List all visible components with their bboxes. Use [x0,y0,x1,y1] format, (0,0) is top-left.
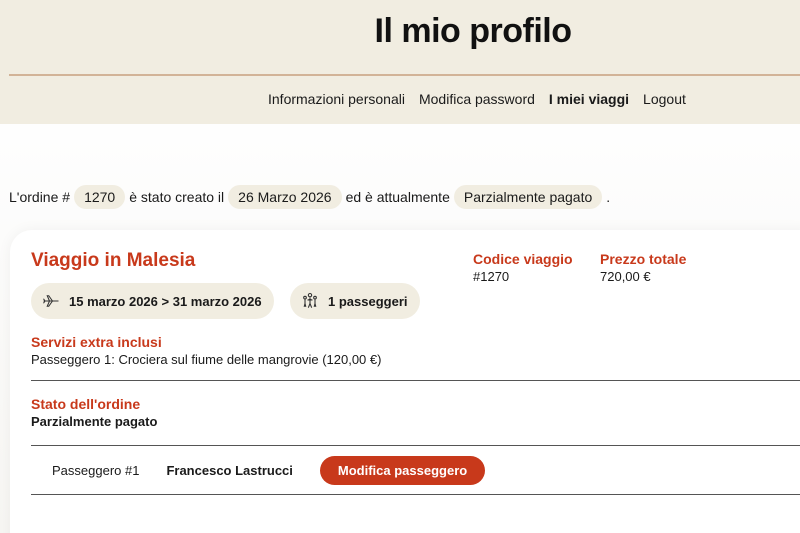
section-divider [31,494,800,495]
order-status-value: Parzialmente pagato [31,414,158,429]
order-status-label: Stato dell'ordine [31,396,141,412]
extra-services-label: Servizi extra inclusi [31,334,162,350]
order-status-section: Stato dell'ordine Parzialmente pagato [31,396,157,429]
trip-title: Viaggio in Malesia [31,250,196,271]
order-summary-line: L'ordine # 1270 è stato creato il 26 Mar… [9,185,610,209]
profile-header: Il mio profilo Informazioni personali Mo… [0,0,800,124]
order-date-badge: 26 Marzo 2026 [228,185,342,209]
header-divider [9,74,800,76]
order-status-badge: Parzialmente pagato [453,185,603,209]
order-prefix: L'ordine # [9,189,71,205]
edit-passenger-button[interactable]: Modifica passeggero [319,455,486,485]
total-price-block: Prezzo totale 720,00 € [600,251,686,284]
trip-dates-chip: 15 marzo 2026 > 31 marzo 2026 [31,283,274,319]
nav-logout[interactable]: Logout [643,91,686,107]
passenger-name: Francesco Lastrucci [166,462,293,478]
passengers-count-chip: 1 passeggeri [290,283,420,319]
nav-change-password[interactable]: Modifica password [419,91,535,107]
trip-code-block: Codice viaggio #1270 [473,251,573,284]
passenger-number: Passeggero #1 [52,462,140,478]
order-number-badge: 1270 [74,185,126,209]
total-price-value: 720,00 € [600,269,651,284]
group-icon [300,291,320,311]
order-created-text: è stato creato il [129,189,225,205]
nav-personal-info[interactable]: Informazioni personali [268,91,405,107]
extra-services-text: Passeggero 1: Crociera sul fiume delle m… [31,352,382,367]
page-title: Il mio profilo [374,12,572,50]
trip-dates-text: 15 marzo 2026 > 31 marzo 2026 [69,293,262,309]
order-status-text: ed è attualmente [345,189,450,205]
profile-nav: Informazioni personali Modifica password… [268,91,686,107]
trip-card: Viaggio in Malesia Codice viaggio #1270 … [10,230,800,533]
order-suffix: . [606,189,611,205]
passengers-count-text: 1 passeggeri [328,293,408,309]
extra-services-section: Servizi extra inclusi Passeggero 1: Croc… [31,334,381,367]
nav-my-trips[interactable]: I miei viaggi [549,91,629,107]
trip-code-value: #1270 [473,269,510,284]
airplane-icon [41,291,61,311]
passenger-row: Passeggero #1 Francesco Lastrucci Modifi… [31,446,800,494]
trip-code-label: Codice viaggio [473,251,573,267]
section-divider [31,380,800,381]
total-price-label: Prezzo totale [600,251,687,267]
